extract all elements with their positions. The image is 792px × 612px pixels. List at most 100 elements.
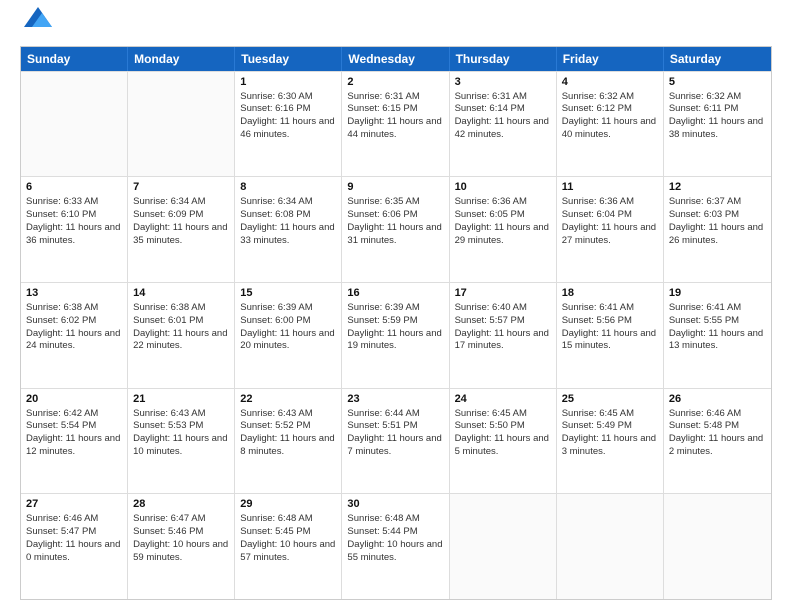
cal-cell-3-4: 24Sunrise: 6:45 AMSunset: 5:50 PMDayligh…: [450, 389, 557, 494]
cal-row-0: 1Sunrise: 6:30 AMSunset: 6:16 PMDaylight…: [21, 71, 771, 177]
daylight-text: Daylight: 11 hours and 2 minutes.: [669, 433, 763, 457]
sunset-text: Sunset: 5:49 PM: [562, 420, 632, 431]
sunrise-text: Sunrise: 6:38 AM: [26, 302, 98, 313]
day-number: 11: [562, 180, 658, 195]
cal-cell-1-3: 9Sunrise: 6:35 AM Sunset: 6:06 PM Daylight…: [342, 177, 449, 282]
cal-header-saturday: Saturday: [664, 47, 771, 71]
sunset-text: Sunset: 5:53 PM: [133, 420, 203, 431]
daylight-text: Daylight: 11 hours and 10 minutes.: [133, 433, 227, 457]
day-number: 19: [669, 286, 766, 301]
cal-cell-2-1: 14Sunrise: 6:38 AMSunset: 6:01 PMDayligh…: [128, 283, 235, 388]
day-number: 28: [133, 497, 229, 512]
day-number: 26: [669, 392, 766, 407]
daylight-text: Daylight: 11 hours and 22 minutes.: [133, 328, 227, 352]
day-number: 16: [347, 286, 443, 301]
sunrise-text: Sunrise: 6:37 AM: [669, 196, 741, 207]
sunrise-text: Sunrise: 6:48 AM: [347, 513, 419, 524]
cal-cell-4-2: 29Sunrise: 6:48 AMSunset: 5:45 PMDayligh…: [235, 494, 342, 599]
daylight-text: Daylight: 11 hours and 20 minutes.: [240, 328, 334, 352]
cal-cell-0-2: 1Sunrise: 6:30 AMSunset: 6:16 PMDaylight…: [235, 72, 342, 177]
daylight-text: Daylight: 10 hours and 59 minutes.: [133, 539, 228, 563]
daylight-text: Daylight: 11 hours and 35 minutes.: [133, 222, 227, 246]
daylight-text: Daylight: 11 hours and 8 minutes.: [240, 433, 334, 457]
sunset-text: Sunset: 6:09 PM: [133, 209, 203, 220]
sunset-text: Sunset: 5:44 PM: [347, 526, 417, 537]
cal-header-sunday: Sunday: [21, 47, 128, 71]
sunrise-text: Sunrise: 6:44 AM: [347, 408, 419, 419]
daylight-text: Daylight: 10 hours and 57 minutes.: [240, 539, 335, 563]
sunrise-text: Sunrise: 6:48 AM: [240, 513, 312, 524]
daylight-text: Daylight: 11 hours and 12 minutes.: [26, 433, 120, 457]
sunrise-text: Sunrise: 6:32 AM: [562, 91, 634, 102]
cal-cell-2-0: 13Sunrise: 6:38 AMSunset: 6:02 PMDayligh…: [21, 283, 128, 388]
sunset-text: Sunset: 6:03 PM: [669, 209, 739, 220]
sunrise-text: Sunrise: 6:31 AM: [455, 91, 527, 102]
cal-row-2: 13Sunrise: 6:38 AMSunset: 6:02 PMDayligh…: [21, 282, 771, 388]
daylight-text: Daylight: 11 hours and 26 minutes.: [669, 222, 763, 246]
cal-cell-0-5: 4Sunrise: 6:32 AMSunset: 6:12 PMDaylight…: [557, 72, 664, 177]
sunrise-text: Sunrise: 6:41 AM: [562, 302, 634, 313]
day-number: 10: [455, 180, 551, 195]
sunset-text: Sunset: 5:47 PM: [26, 526, 96, 537]
sunrise-text: Sunrise: 6:43 AM: [240, 408, 312, 419]
sunrise-text: Sunrise: 6:40 AM: [455, 302, 527, 313]
cal-cell-4-6: [664, 494, 771, 599]
cal-cell-0-0: [21, 72, 128, 177]
daylight-text: Daylight: 11 hours and 31 minutes.: [347, 222, 441, 246]
sunrise-text: Sunrise: 6:43 AM: [133, 408, 205, 419]
cal-cell-2-3: 16Sunrise: 6:39 AM Sunset: 5:59 PM Dayligh…: [342, 283, 449, 388]
day-number: 2: [347, 75, 443, 90]
day-number: 9: [347, 180, 443, 195]
cal-cell-3-0: 20Sunrise: 6:42 AMSunset: 5:54 PMDayligh…: [21, 389, 128, 494]
cal-cell-1-2: 8Sunrise: 6:34 AMSunset: 6:08 PMDaylight…: [235, 177, 342, 282]
sunset-text: Sunset: 5:59 PM: [347, 315, 417, 326]
cal-cell-0-6: 5Sunrise: 6:32 AMSunset: 6:11 PMDaylight…: [664, 72, 771, 177]
sunrise-text: Sunrise: 6:35 AM: [347, 196, 419, 207]
day-number: 4: [562, 75, 658, 90]
day-number: 14: [133, 286, 229, 301]
sunset-text: Sunset: 6:10 PM: [26, 209, 96, 220]
sunrise-text: Sunrise: 6:45 AM: [455, 408, 527, 419]
daylight-text: Daylight: 11 hours and 33 minutes.: [240, 222, 334, 246]
daylight-text: Daylight: 11 hours and 15 minutes.: [562, 328, 656, 352]
sunrise-text: Sunrise: 6:42 AM: [26, 408, 98, 419]
logo-icon: [24, 7, 52, 27]
cal-cell-1-5: 11Sunrise: 6:36 AMSunset: 6:04 PMDayligh…: [557, 177, 664, 282]
sunrise-text: Sunrise: 6:36 AM: [455, 196, 527, 207]
sunset-text: Sunset: 5:57 PM: [455, 315, 525, 326]
daylight-text: Daylight: 11 hours and 7 minutes.: [347, 433, 441, 457]
sunset-text: Sunset: 6:16 PM: [240, 103, 310, 114]
header: [20, 16, 772, 36]
cal-header-monday: Monday: [128, 47, 235, 71]
sunset-text: Sunset: 6:04 PM: [562, 209, 632, 220]
sunset-text: Sunset: 6:01 PM: [133, 315, 203, 326]
daylight-text: Daylight: 11 hours and 24 minutes.: [26, 328, 120, 352]
daylight-text: Daylight: 11 hours and 5 minutes.: [455, 433, 549, 457]
daylight-text: Daylight: 11 hours and 38 minutes.: [669, 116, 763, 140]
logo: [20, 16, 52, 36]
sunrise-text: Sunrise: 6:46 AM: [26, 513, 98, 524]
calendar: SundayMondayTuesdayWednesdayThursdayFrid…: [20, 46, 772, 600]
cal-row-3: 20Sunrise: 6:42 AMSunset: 5:54 PMDayligh…: [21, 388, 771, 494]
day-number: 18: [562, 286, 658, 301]
sunrise-text: Sunrise: 6:33 AM: [26, 196, 98, 207]
daylight-text: Daylight: 11 hours and 3 minutes.: [562, 433, 656, 457]
sunrise-text: Sunrise: 6:36 AM: [562, 196, 634, 207]
day-number: 29: [240, 497, 336, 512]
cal-cell-4-4: [450, 494, 557, 599]
sunset-text: Sunset: 6:06 PM: [347, 209, 417, 220]
cal-cell-1-6: 12Sunrise: 6:37 AM Sunset: 6:03 PM Dayligh…: [664, 177, 771, 282]
cal-cell-1-0: 6Sunrise: 6:33 AMSunset: 6:10 PMDaylight…: [21, 177, 128, 282]
cal-header-thursday: Thursday: [450, 47, 557, 71]
sunset-text: Sunset: 6:02 PM: [26, 315, 96, 326]
cal-header-friday: Friday: [557, 47, 664, 71]
cal-cell-2-4: 17Sunrise: 6:40 AMSunset: 5:57 PMDayligh…: [450, 283, 557, 388]
day-number: 24: [455, 392, 551, 407]
daylight-text: Daylight: 11 hours and 19 minutes.: [347, 328, 441, 352]
sunset-text: Sunset: 5:52 PM: [240, 420, 310, 431]
day-number: 12: [669, 180, 766, 195]
sunset-text: Sunset: 5:48 PM: [669, 420, 739, 431]
cal-cell-2-6: 19Sunrise: 6:41 AMSunset: 5:55 PMDayligh…: [664, 283, 771, 388]
daylight-text: Daylight: 11 hours and 17 minutes.: [455, 328, 549, 352]
sunrise-text: Sunrise: 6:39 AM: [347, 302, 419, 313]
